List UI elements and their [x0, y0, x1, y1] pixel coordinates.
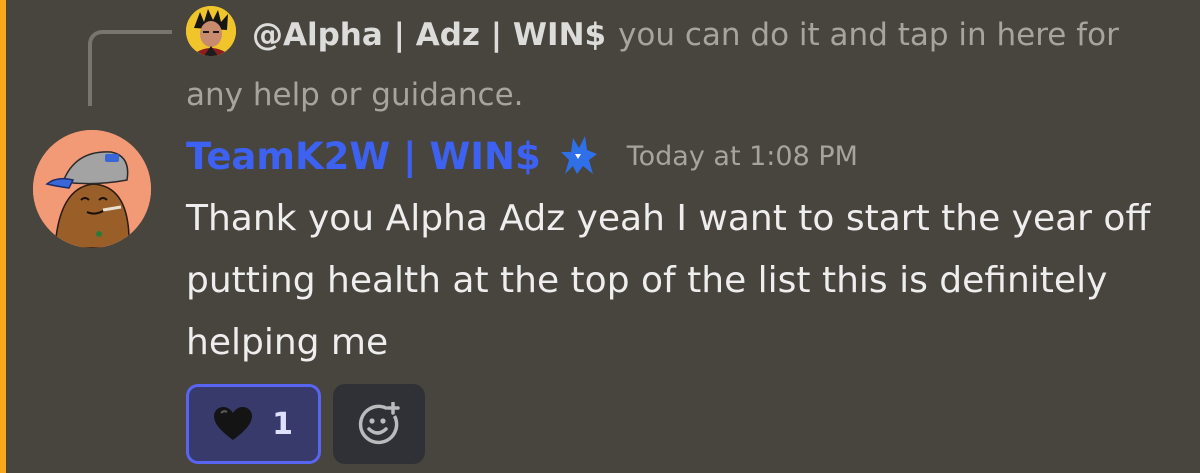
author-username[interactable]: TeamK2W | WIN$: [186, 135, 541, 178]
message-timestamp[interactable]: Today at 1:08 PM: [627, 141, 858, 172]
reaction-black-heart[interactable]: 1: [186, 384, 321, 464]
cartoon-avatar-icon: [33, 130, 151, 248]
message-header: TeamK2W | WIN$ Today at 1:08 PM: [186, 126, 858, 186]
reply-connector: [88, 30, 172, 106]
add-reaction-button[interactable]: [333, 384, 425, 464]
author-avatar[interactable]: [33, 130, 151, 248]
add-reaction-icon: [358, 402, 400, 445]
reply-author-mention[interactable]: @Alpha | Adz | WIN$: [252, 17, 606, 53]
reply-preview[interactable]: @Alpha | Adz | WIN$ you can do it and tap…: [186, 5, 1176, 125]
black-heart-icon: [214, 407, 253, 440]
wolf-icon[interactable]: [557, 134, 601, 178]
mention-highlight-bar: [0, 0, 6, 473]
reaction-bar: 1: [186, 384, 425, 464]
reaction-count: 1: [272, 406, 293, 442]
message-content: Thank you Alpha Adz yeah I want to start…: [186, 198, 1151, 363]
